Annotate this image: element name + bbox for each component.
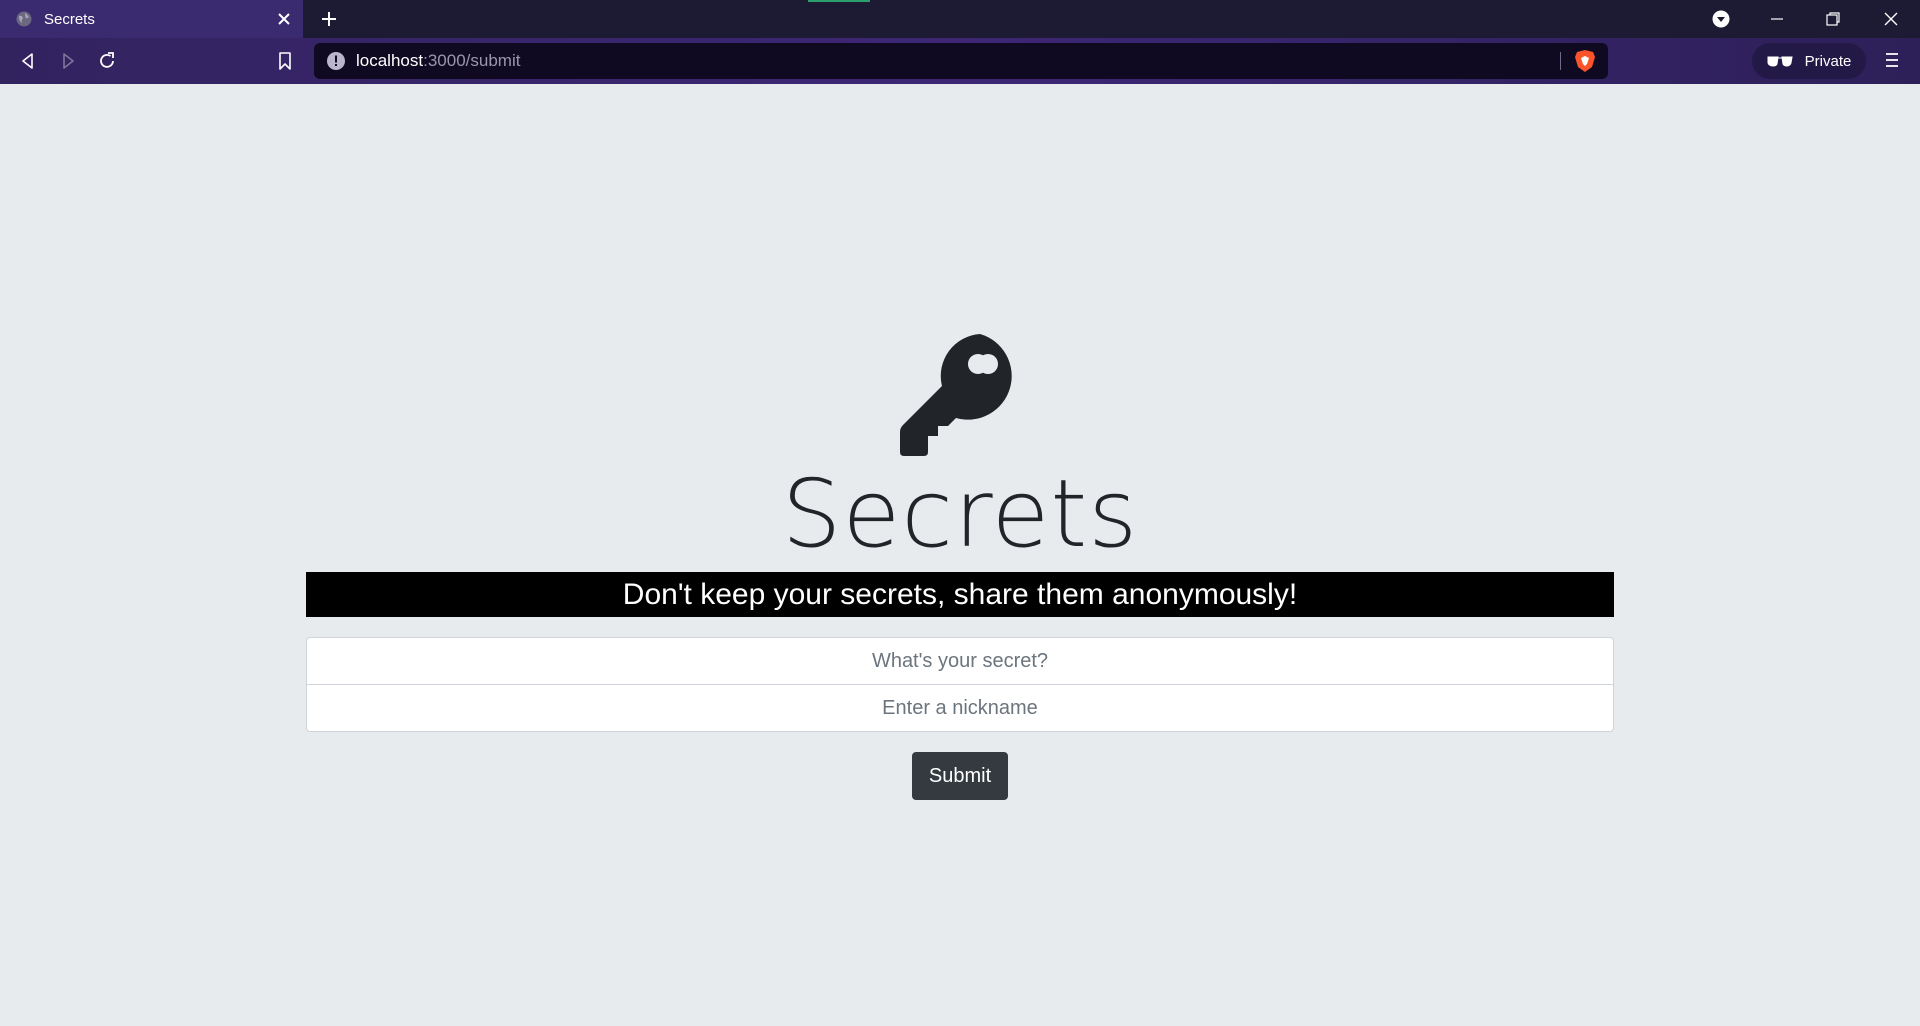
info-icon[interactable] [326,51,346,71]
tagline-banner: Don't keep your secrets, share them anon… [306,572,1614,617]
page-title: Secrets [781,460,1139,569]
nickname-input[interactable] [306,684,1614,732]
reload-icon[interactable] [97,51,117,71]
bookmark-icon[interactable] [275,51,295,71]
minimize-icon[interactable] [1768,10,1786,28]
back-icon[interactable] [18,51,38,71]
private-label: Private [1804,52,1852,70]
private-glasses-icon [1767,56,1793,67]
address-bar-divider [1560,52,1561,70]
globe-icon [16,11,32,27]
restore-icon[interactable] [1824,10,1842,28]
tab-strip: Secrets [0,0,1920,38]
url-path: :3000/submit [423,51,521,70]
private-window-badge[interactable]: Private [1752,43,1866,79]
forward-icon[interactable] [58,51,78,71]
tab-title: Secrets [44,10,95,28]
address-bar[interactable]: localhost:3000/submit [314,43,1608,79]
tab-loading-indicator [808,0,870,2]
url-text[interactable]: localhost:3000/submit [356,51,520,71]
window-close-icon[interactable] [1882,10,1900,28]
browser-tab-active[interactable]: Secrets [0,0,303,38]
tab-search-dropdown-icon[interactable] [1712,10,1730,28]
plus-icon[interactable] [320,10,338,28]
url-host: localhost [356,51,424,70]
hamburger-menu-icon[interactable] [1882,50,1902,70]
close-icon[interactable] [277,12,291,26]
secret-input[interactable] [306,637,1614,685]
brave-shield-icon[interactable] [1574,49,1596,73]
submit-button[interactable]: Submit [912,752,1008,800]
key-icon [900,334,1012,456]
